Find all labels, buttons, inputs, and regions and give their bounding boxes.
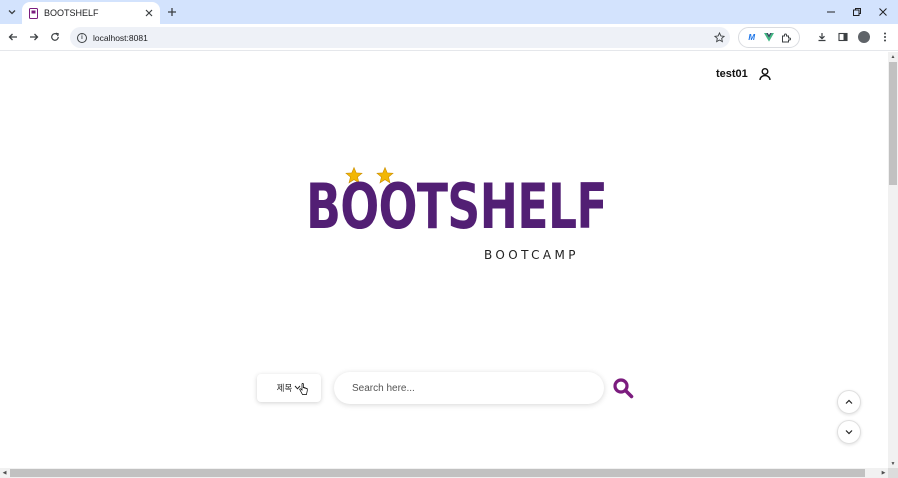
scroll-down-button[interactable] [837,420,861,444]
search-category-label: 제목 [276,383,293,393]
more-vertical-icon[interactable] [877,29,893,45]
logo-subtitle: BOOTCAMP [484,248,579,262]
logo-title: BOOTSHELF [306,170,608,243]
page-viewport: test01 BOOTSHELF BOOTCAMP 제목 [0,52,888,468]
vertical-scroll-thumb[interactable] [889,62,897,185]
tab-close-icon[interactable] [142,6,156,20]
tab-list-chevron-down-icon[interactable] [4,4,20,20]
scroll-right-arrow-icon[interactable]: ▶ [879,468,888,478]
site-info-icon[interactable]: i [77,32,87,43]
user-icon [758,67,772,81]
tab-title: BOOTSHELF [44,8,99,18]
profile-avatar-icon[interactable] [856,29,872,45]
avatar [858,31,870,43]
bootshelf-logo[interactable]: BOOTSHELF BOOTCAMP [300,160,608,270]
reload-icon[interactable] [47,29,63,45]
search-input[interactable] [334,372,604,404]
book-favicon-icon [28,7,38,19]
hand-cursor-icon [299,383,308,395]
search-button[interactable] [611,376,635,400]
scroll-left-arrow-icon[interactable]: ◀ [0,468,9,478]
extensions-group: M [738,27,800,48]
restore-icon[interactable] [848,3,866,21]
horizontal-scroll-thumb[interactable] [10,469,865,477]
bookmark-star-icon[interactable] [712,31,726,45]
horizontal-scrollbar[interactable]: ◀ ▶ [0,468,888,478]
vue-devtools-icon[interactable] [763,32,775,44]
scrollbar-corner [888,468,898,478]
forward-arrow-right-icon[interactable] [26,29,42,45]
user-menu[interactable]: test01 [716,67,772,81]
scroll-up-button[interactable] [837,390,861,414]
extensions-puzzle-icon[interactable] [780,32,792,44]
browser-tab[interactable]: BOOTSHELF [22,2,160,24]
chevron-up-icon [845,399,853,404]
search-category-select[interactable]: 제목 [257,374,321,402]
side-panel-icon[interactable] [835,29,851,45]
new-tab-plus-icon[interactable] [164,4,180,20]
address-bar[interactable]: i localhost:8081 [70,27,730,48]
tab-strip: BOOTSHELF [0,0,898,24]
username: test01 [716,68,748,80]
minimize-icon[interactable] [822,3,840,21]
url-text: localhost:8081 [93,32,148,43]
close-window-icon[interactable] [874,3,892,21]
vertical-scrollbar[interactable]: ▲ ▼ [888,52,898,468]
back-arrow-left-icon[interactable] [5,29,21,45]
browser-toolbar: i localhost:8081 M [0,24,898,51]
search-icon [613,378,634,399]
browser-window: BOOTSHELF i localhost:8081 M test01 BOOT… [0,0,898,478]
download-icon[interactable] [814,29,830,45]
chevron-down-icon [845,430,853,435]
scroll-up-arrow-icon[interactable]: ▲ [888,52,898,61]
scroll-down-arrow-icon[interactable]: ▼ [888,459,898,468]
extension-mv-icon[interactable]: M [746,32,758,44]
